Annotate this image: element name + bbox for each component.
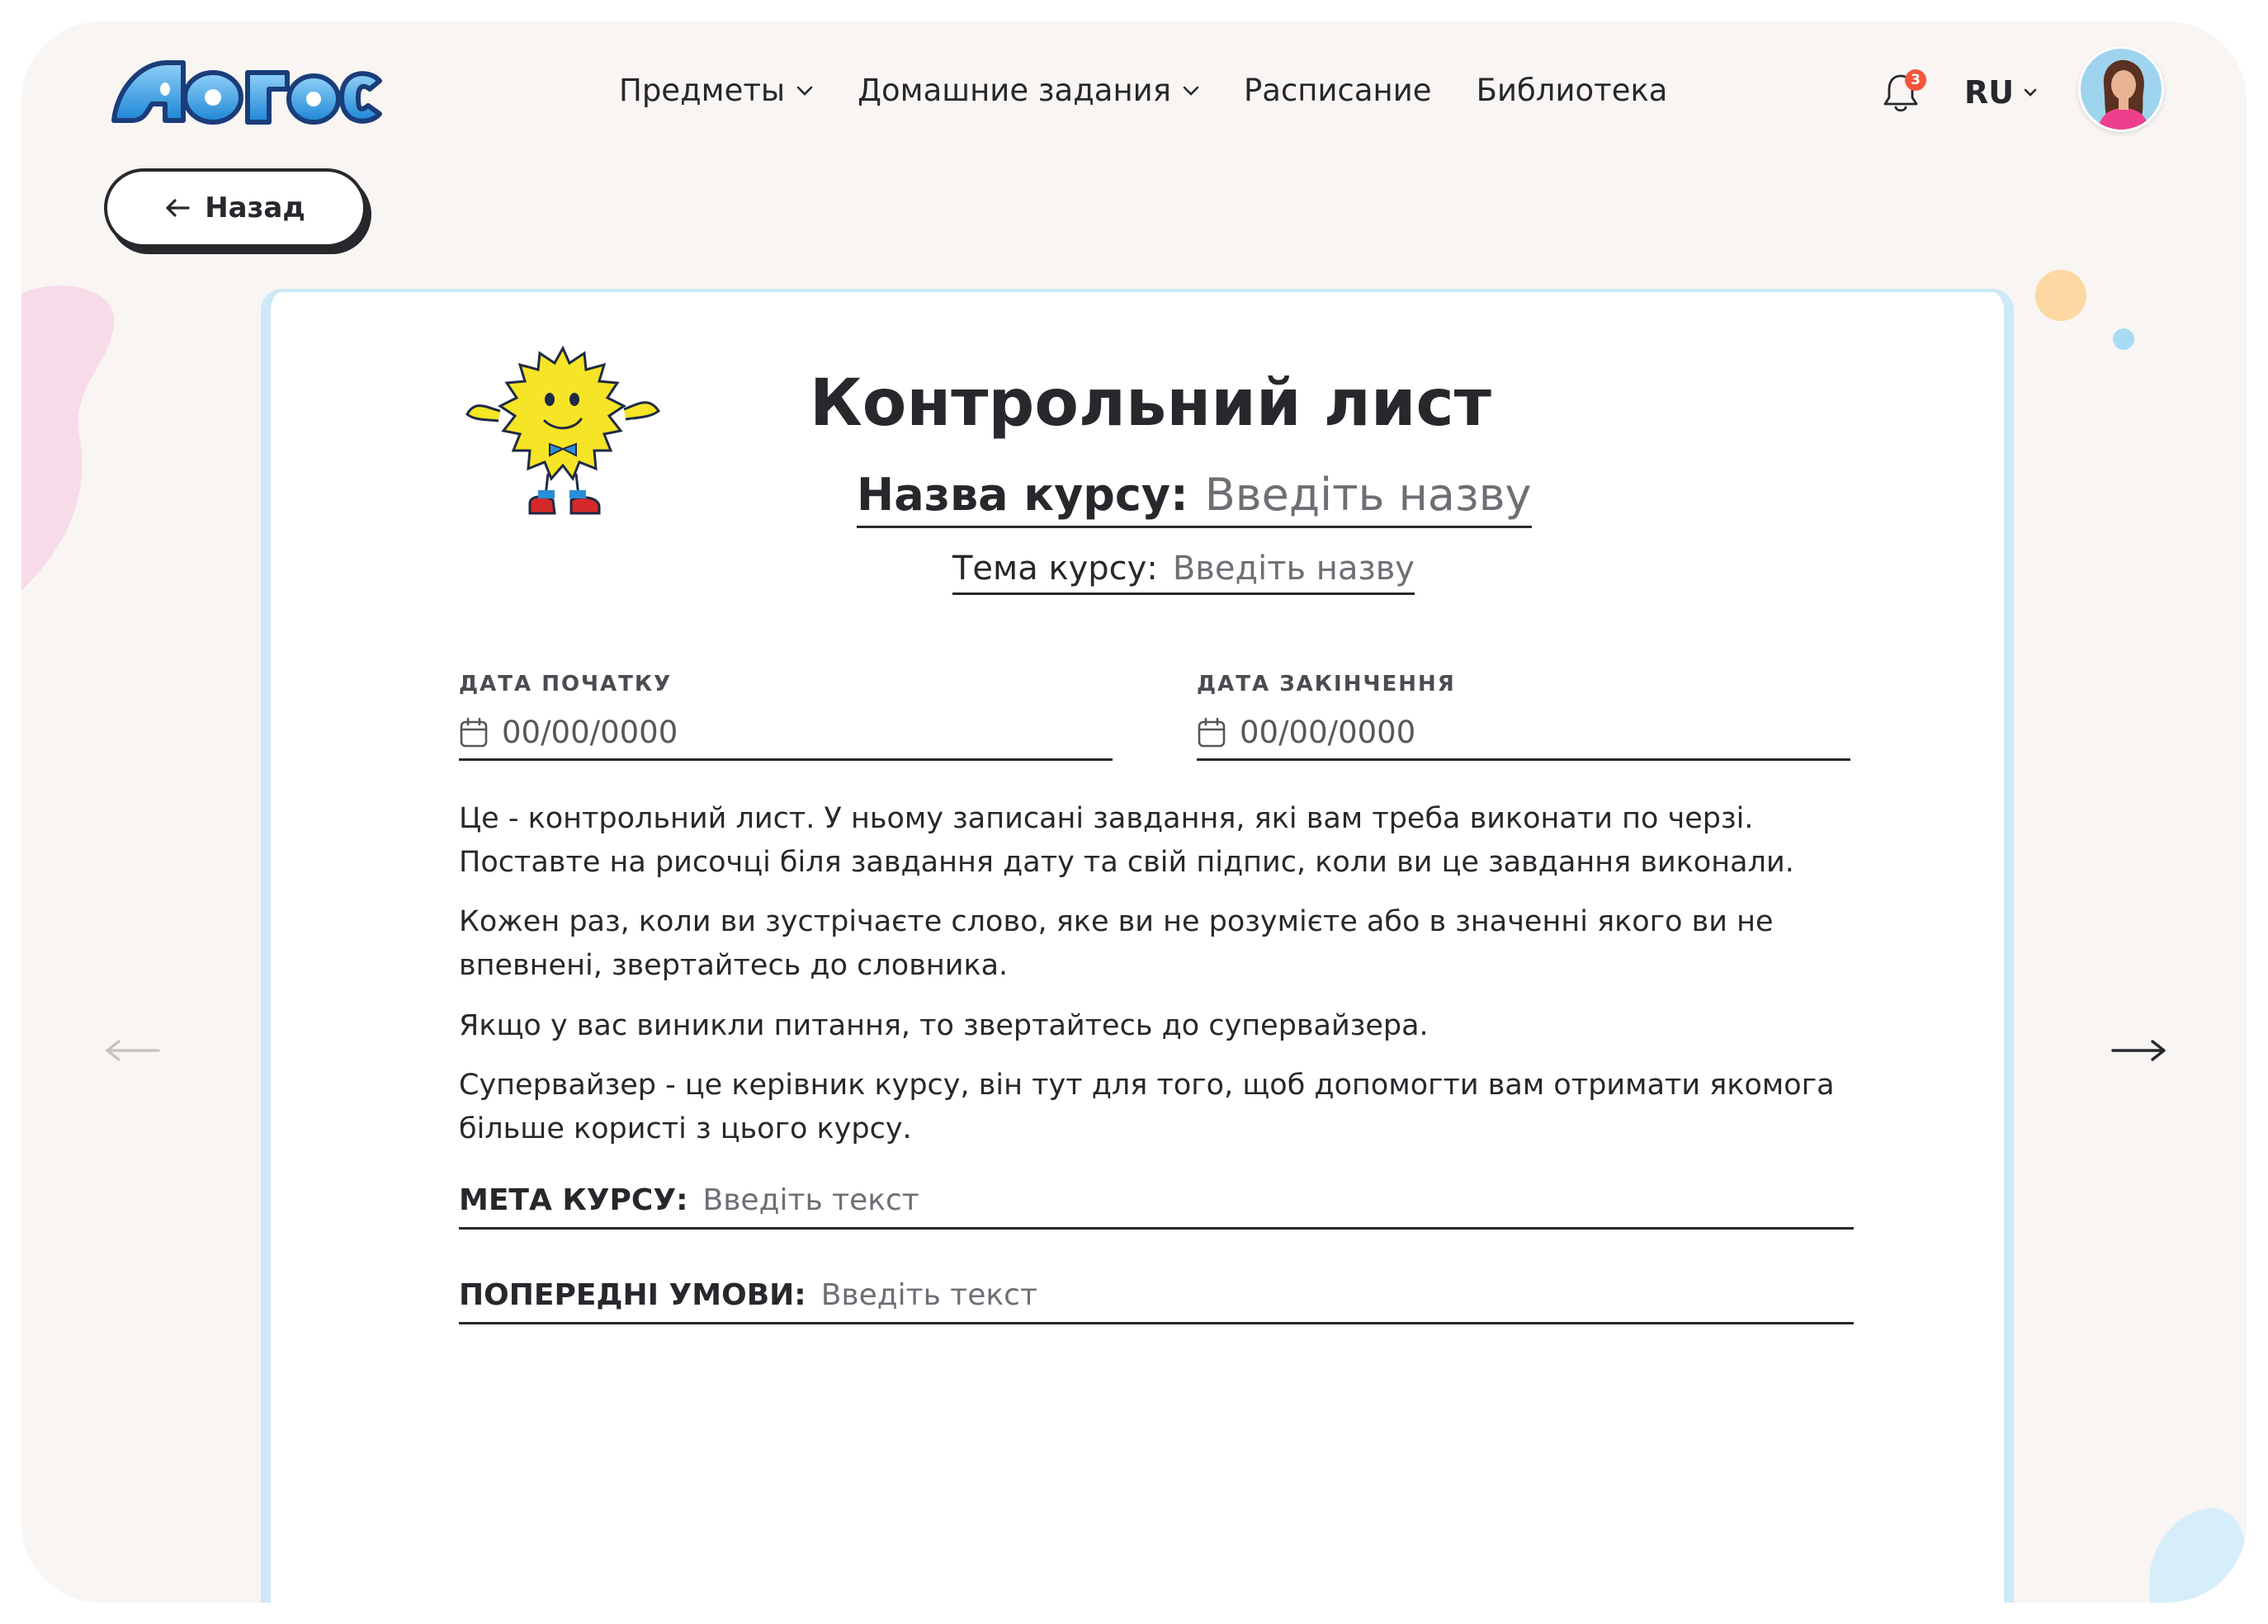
back-button[interactable]: Назад bbox=[104, 168, 366, 248]
nav-label: Расписание bbox=[1243, 73, 1432, 108]
prerequisites-field[interactable]: ПОПЕРЕДНІ УМОВИ: Введіть текст bbox=[459, 1278, 1854, 1324]
course-name-input[interactable]: Введіть назву bbox=[1205, 469, 1532, 521]
nav-label: Домашние задания bbox=[858, 73, 1171, 108]
decor-blue-blob bbox=[2149, 1508, 2247, 1603]
end-date-label: ДАТА ЗАКІНЧЕННЯ bbox=[1197, 672, 1456, 696]
start-date-label: ДАТА ПОЧАТКУ bbox=[459, 672, 673, 696]
user-avatar[interactable] bbox=[2078, 46, 2164, 132]
course-goal-label: МЕТА КУРСУ: bbox=[459, 1183, 688, 1217]
course-topic-input[interactable]: Введіть назву bbox=[1173, 550, 1415, 588]
instructions-paragraph: Це - контрольний лист. У ньому записані … bbox=[459, 802, 1794, 879]
decor-blue-dot bbox=[2113, 328, 2134, 350]
page-title: Контрольний лист bbox=[810, 366, 1491, 441]
decor-orange-dot bbox=[2035, 270, 2086, 321]
course-topic-field[interactable]: Тема курсу: Введіть назву bbox=[952, 550, 1415, 595]
logos-logo[interactable] bbox=[107, 48, 390, 139]
arrow-left-icon bbox=[166, 199, 190, 217]
start-date-field: ДАТА ПОЧАТКУ 00/00/0000 bbox=[459, 672, 1113, 761]
checklist-card: Контрольний лист Назва курсу: Введіть на… bbox=[261, 289, 2014, 1603]
app-frame: Предметы Домашние задания Расписание Биб… bbox=[21, 21, 2247, 1603]
main-nav: Предметы Домашние задания Расписание Биб… bbox=[619, 73, 1712, 108]
prerequisites-input[interactable]: Введіть текст bbox=[821, 1278, 1037, 1312]
notification-count-badge: 3 bbox=[1905, 69, 1926, 91]
nav-item-subjects[interactable]: Предметы bbox=[619, 73, 813, 108]
instructions-paragraph: Кожен раз, коли ви зустрічаєте слово, як… bbox=[459, 905, 1774, 982]
calendar-icon bbox=[460, 717, 488, 747]
course-name-label: Назва курсу: bbox=[857, 469, 1188, 521]
start-date-input[interactable]: 00/00/0000 bbox=[459, 715, 1113, 761]
instructions-paragraph: Супервайзер - це керівник курсу, він тут… bbox=[459, 1069, 1835, 1145]
course-topic-label: Тема курсу: bbox=[952, 550, 1158, 588]
calendar-icon bbox=[1198, 717, 1226, 747]
course-goal-field[interactable]: МЕТА КУРСУ: Введіть текст bbox=[459, 1183, 1854, 1230]
chevron-down-icon bbox=[1183, 86, 1199, 96]
nav-label: Библиотека bbox=[1476, 73, 1668, 108]
chevron-down-icon bbox=[2024, 88, 2037, 97]
end-date-field: ДАТА ЗАКІНЧЕННЯ 00/00/0000 bbox=[1197, 672, 1850, 761]
nav-label: Предметы bbox=[619, 73, 786, 108]
notifications-button[interactable]: 3 bbox=[1882, 69, 1928, 119]
next-page-arrow-icon[interactable] bbox=[2110, 1038, 2167, 1063]
nav-item-library[interactable]: Библиотека bbox=[1477, 73, 1668, 108]
course-goal-input[interactable]: Введіть текст bbox=[703, 1183, 919, 1217]
nav-item-schedule[interactable]: Расписание bbox=[1244, 73, 1432, 108]
course-name-field[interactable]: Назва курсу: Введіть назву bbox=[857, 469, 1532, 528]
prerequisites-label: ПОПЕРЕДНІ УМОВИ: bbox=[459, 1278, 806, 1312]
start-date-value: 00/00/0000 bbox=[502, 715, 678, 750]
chevron-down-icon bbox=[796, 86, 813, 96]
decor-pink-blob bbox=[21, 286, 115, 591]
nav-item-homework[interactable]: Домашние задания bbox=[858, 73, 1199, 108]
end-date-input[interactable]: 00/00/0000 bbox=[1197, 715, 1850, 761]
instructions-paragraph: Якщо у вас виникли питання, то звертайте… bbox=[459, 1009, 1429, 1042]
prev-page-arrow-icon[interactable] bbox=[104, 1038, 162, 1063]
back-button-label: Назад bbox=[205, 191, 305, 224]
end-date-value: 00/00/0000 bbox=[1240, 715, 1416, 750]
language-label: RU bbox=[1964, 74, 2015, 111]
language-selector[interactable]: RU bbox=[1964, 74, 2037, 111]
